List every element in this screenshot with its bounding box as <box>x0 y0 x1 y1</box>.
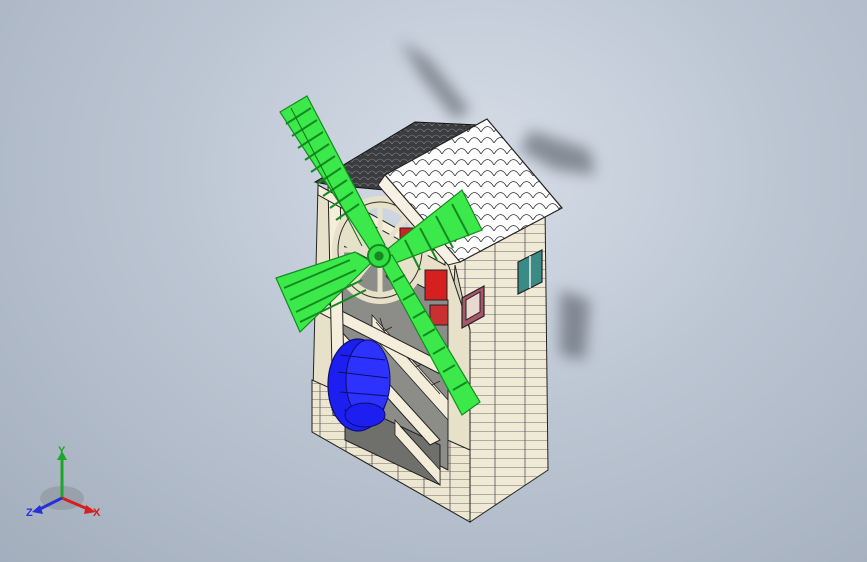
z-axis-label: Z <box>26 507 33 519</box>
coordinate-triad: Y X Z <box>26 446 101 519</box>
graphics-viewport[interactable]: Y X Z <box>0 0 867 562</box>
y-axis-label: Y <box>58 446 66 457</box>
water-wheel <box>327 338 391 432</box>
windmill-model[interactable] <box>0 0 867 562</box>
x-axis-label: X <box>93 507 101 519</box>
